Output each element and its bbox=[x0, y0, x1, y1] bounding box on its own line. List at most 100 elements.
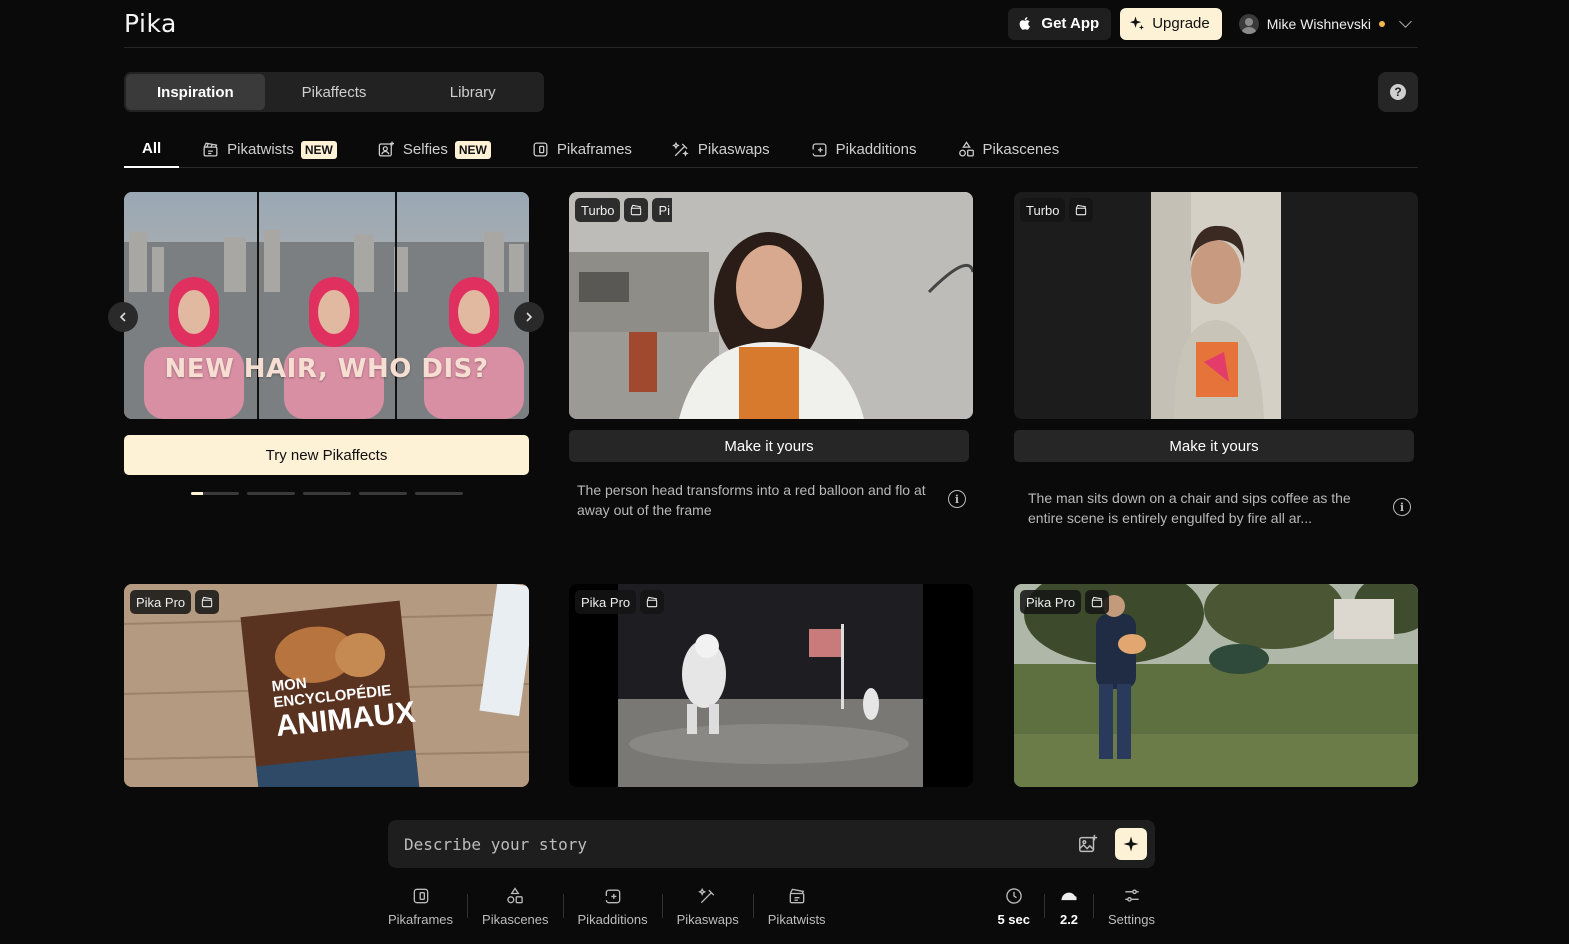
make-it-yours-button[interactable]: Make it yours bbox=[1014, 430, 1414, 462]
video-card-thumbnail[interactable]: MON ENCYCLOPÉDIE ANIMAUX Pika Pro bbox=[124, 584, 529, 787]
card-tags: Pika Pro bbox=[130, 590, 220, 614]
carousel-next-button[interactable] bbox=[514, 302, 544, 332]
tool-label: Pikaframes bbox=[388, 911, 454, 927]
clapper-icon bbox=[631, 204, 642, 216]
top-header: Pika Get App Upgrade Mike Wishnevski bbox=[124, 0, 1418, 48]
chevron-down-icon bbox=[1399, 15, 1412, 28]
pikatwists-tag bbox=[1085, 590, 1110, 614]
new-badge: NEW bbox=[300, 140, 337, 159]
tab-pikaffects[interactable]: Pikaffects bbox=[265, 74, 404, 110]
clapper-icon bbox=[646, 596, 658, 608]
model-value: 2.2 bbox=[1059, 911, 1079, 927]
filter-selfies[interactable]: Selfies NEW bbox=[377, 132, 491, 168]
carousel-dot[interactable] bbox=[415, 492, 463, 495]
clapper-icon bbox=[789, 888, 804, 903]
tag-turbo: Turbo bbox=[575, 198, 621, 222]
user-menu[interactable]: Mike Wishnevski bbox=[1238, 13, 1418, 34]
carousel-dot[interactable] bbox=[359, 492, 407, 495]
model-icon bbox=[1061, 892, 1077, 900]
tool-label: Pikadditions bbox=[577, 911, 648, 927]
settings-button[interactable]: Settings bbox=[1108, 886, 1155, 927]
tool-pikadditions[interactable]: Pikadditions bbox=[578, 886, 648, 927]
filter-pikaframes[interactable]: Pikaframes bbox=[531, 132, 632, 168]
video-card-thumbnail[interactable]: Pika Pro bbox=[1014, 584, 1418, 787]
duration-value: 5 sec bbox=[997, 911, 1031, 927]
video-card-thumbnail[interactable]: Turbo Pi bbox=[569, 192, 973, 419]
get-app-button[interactable]: Get App bbox=[1008, 7, 1112, 40]
frames-icon bbox=[413, 888, 428, 903]
pika-logo[interactable]: Pika bbox=[124, 9, 177, 38]
new-badge: NEW bbox=[454, 140, 491, 159]
tool-pikaframes[interactable]: Pikaframes bbox=[388, 886, 453, 927]
selfie-icon bbox=[378, 141, 394, 157]
sparkle-icon bbox=[1130, 16, 1145, 30]
tool-pikascenes[interactable]: Pikascenes bbox=[482, 886, 549, 927]
promo-image bbox=[124, 192, 529, 419]
filter-pikatwists-label: Pikatwists bbox=[227, 141, 294, 158]
filter-selfies-label: Selfies bbox=[402, 141, 448, 158]
video-card-thumbnail[interactable]: Pika Pro bbox=[569, 584, 973, 787]
video-thumbnail bbox=[569, 192, 973, 419]
try-pikaffects-button[interactable]: Try new Pikaffects bbox=[124, 435, 529, 475]
help-icon: ? bbox=[1390, 84, 1406, 100]
chevron-left-icon bbox=[119, 312, 126, 322]
video-thumbnail bbox=[569, 584, 973, 787]
card-tags: Turbo Pi bbox=[575, 198, 673, 222]
clapper-icon bbox=[1076, 204, 1087, 216]
clock-icon bbox=[1005, 887, 1022, 904]
promo-carousel-image[interactable]: NEW HAIR, WHO DIS? bbox=[124, 192, 529, 419]
card-description: The man sits down on a chair and sips co… bbox=[1028, 490, 1351, 526]
user-name: Mike Wishnevski bbox=[1266, 15, 1371, 32]
model-selector[interactable]: 2.2 bbox=[1059, 886, 1079, 927]
apple-icon bbox=[1020, 17, 1031, 30]
pikatwists-tag bbox=[1069, 198, 1094, 222]
additions-icon bbox=[605, 889, 620, 903]
toolbar-divider bbox=[1093, 894, 1095, 918]
filter-tabs: All Pikatwists NEW Selfies NEW Pikaframe… bbox=[124, 132, 1418, 168]
frames-icon bbox=[533, 142, 548, 157]
shapes-icon bbox=[958, 141, 974, 157]
filter-pikadditions[interactable]: Pikadditions bbox=[810, 132, 917, 168]
main-tabs: Inspiration Pikaffects Library bbox=[124, 72, 544, 112]
card-tags: Turbo bbox=[1020, 198, 1094, 222]
tool-pikatwists[interactable]: Pikatwists bbox=[768, 886, 826, 927]
filter-pikascenes[interactable]: Pikascenes bbox=[957, 132, 1060, 168]
card-tags: Pika Pro bbox=[1020, 590, 1110, 614]
card-tags: Pika Pro bbox=[575, 590, 665, 614]
filter-pikaswaps[interactable]: Pikaswaps bbox=[672, 132, 770, 168]
carousel-indicators bbox=[191, 492, 463, 495]
image-upload-icon[interactable] bbox=[1077, 833, 1099, 855]
filter-pikascenes-label: Pikascenes bbox=[982, 141, 1060, 158]
help-button[interactable]: ? bbox=[1378, 72, 1418, 112]
tab-library[interactable]: Library bbox=[403, 74, 542, 110]
header-actions: Get App Upgrade Mike Wishnevski bbox=[1008, 7, 1418, 40]
tag-truncated: Pi bbox=[652, 198, 673, 222]
duration-selector[interactable]: 5 sec bbox=[997, 886, 1030, 927]
carousel-dot[interactable] bbox=[247, 492, 295, 495]
filter-all[interactable]: All bbox=[124, 132, 180, 168]
story-prompt-input[interactable] bbox=[404, 834, 1077, 854]
tab-inspiration[interactable]: Inspiration bbox=[126, 74, 265, 110]
carousel-prev-button[interactable] bbox=[108, 302, 138, 332]
video-thumbnail bbox=[1014, 584, 1418, 787]
sparkle-icon bbox=[1123, 836, 1139, 852]
video-card-thumbnail[interactable]: Turbo bbox=[1014, 192, 1418, 419]
make-it-yours-button[interactable]: Make it yours bbox=[569, 430, 969, 462]
filter-pikatwists[interactable]: Pikatwists NEW bbox=[201, 132, 337, 168]
info-icon[interactable]: i bbox=[948, 490, 966, 508]
get-app-label: Get App bbox=[1041, 15, 1100, 32]
bottom-toolbar: Pikaframes Pikascenes Pikadditions Pikas… bbox=[388, 878, 1155, 934]
filter-pikaswaps-label: Pikaswaps bbox=[697, 141, 770, 158]
swap-wand-icon bbox=[697, 887, 714, 903]
shapes-icon bbox=[507, 886, 524, 903]
upgrade-button[interactable]: Upgrade bbox=[1120, 7, 1222, 40]
clapper-icon bbox=[203, 142, 218, 157]
additions-icon bbox=[812, 143, 827, 157]
tool-pikaswaps[interactable]: Pikaswaps bbox=[677, 886, 739, 927]
toolbar-divider bbox=[562, 894, 564, 918]
tag-pika-pro: Pika Pro bbox=[1020, 590, 1082, 614]
carousel-dot[interactable] bbox=[191, 492, 239, 495]
info-icon[interactable]: i bbox=[1393, 498, 1411, 516]
generate-button[interactable] bbox=[1115, 828, 1147, 860]
carousel-dot[interactable] bbox=[303, 492, 351, 495]
